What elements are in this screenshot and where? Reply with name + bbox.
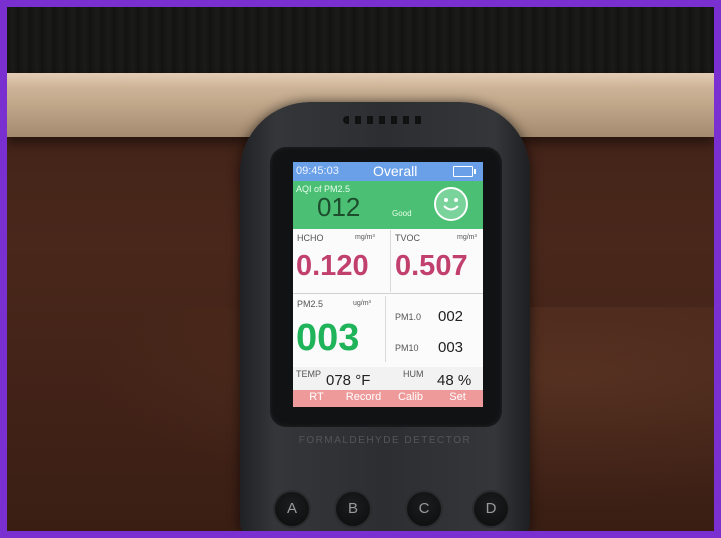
pm10-small-label: PM1.0: [395, 312, 422, 322]
pm10-value: 003: [438, 339, 464, 356]
speaker-grille: [343, 116, 427, 124]
button-a[interactable]: A: [275, 492, 309, 526]
tvoc-value: 0.507: [395, 250, 468, 282]
device-brand-label: FORMALDEHYDE DETECTOR: [298, 435, 472, 446]
wooden-frame-edge: [7, 73, 714, 87]
aqi-panel: AQI of PM2.5 012 Good: [293, 181, 483, 229]
photo: 09:45:03 Overall AQI of PM2.5 012 Good H…: [7, 7, 714, 531]
hcho-value: 0.120: [296, 250, 369, 282]
smiley-face-icon: [434, 187, 468, 221]
battery-icon: [453, 166, 476, 177]
softkey-rt[interactable]: RT: [293, 391, 340, 403]
pm25-value: 003: [296, 317, 360, 359]
softkey-calib[interactable]: Calib: [387, 391, 434, 403]
divider: [293, 293, 483, 294]
temp-value: 078 °F: [326, 372, 371, 389]
pm10-label: PM10: [395, 343, 419, 353]
display-screen: 09:45:03 Overall AQI of PM2.5 012 Good H…: [293, 162, 483, 407]
temp-label: TEMP: [296, 369, 322, 379]
button-c[interactable]: C: [407, 492, 441, 526]
tvoc-unit: mg/m³: [457, 234, 477, 241]
mode-title: Overall: [373, 163, 418, 179]
softkey-set[interactable]: Set: [434, 391, 481, 403]
formaldehyde-detector: 09:45:03 Overall AQI of PM2.5 012 Good H…: [240, 102, 530, 531]
clock-time: 09:45:03: [296, 165, 339, 177]
divider: [390, 230, 391, 292]
divider: [385, 296, 386, 362]
hcho-label: HCHO: [297, 233, 324, 243]
aqi-value: 012: [317, 192, 361, 222]
hcho-unit: mg/m³: [355, 234, 375, 241]
softkey-bar: RT Record Calib Set: [293, 390, 483, 407]
tvoc-label: TVOC: [395, 233, 421, 243]
button-d[interactable]: D: [474, 492, 508, 526]
hum-label: HUM: [403, 369, 424, 379]
aqi-status: Good: [392, 209, 412, 218]
status-bar: 09:45:03 Overall: [293, 162, 483, 181]
environment-row: TEMP 078 °F HUM 48 %: [293, 367, 483, 392]
softkey-record[interactable]: Record: [340, 391, 387, 403]
hum-value: 48 %: [437, 372, 472, 389]
button-b[interactable]: B: [336, 492, 370, 526]
pm25-label: PM2.5: [297, 299, 324, 309]
pm10-small-value: 002: [438, 308, 464, 325]
pm25-unit: ug/m³: [353, 300, 371, 307]
